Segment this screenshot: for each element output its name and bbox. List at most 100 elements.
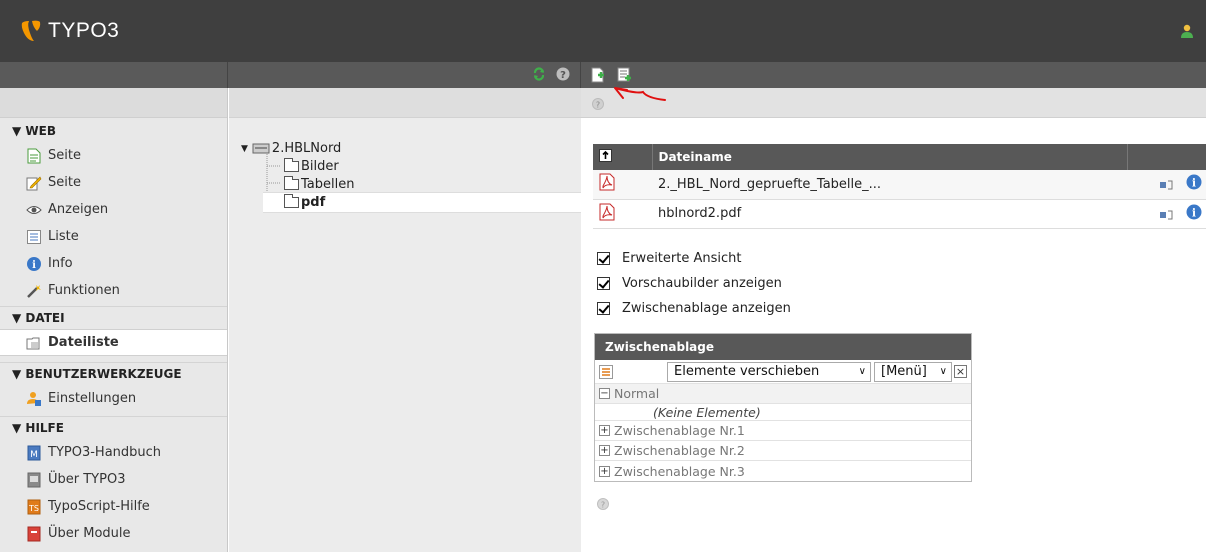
group-help-title[interactable]: ▼ HILFE [0,417,227,439]
group-usertools-title[interactable]: ▼ BENUTZERWERKZEUGE [0,363,227,385]
expand-icon[interactable]: + [599,445,610,456]
tree-node-bilder[interactable]: Bilder [284,158,339,175]
user-icon[interactable] [1180,24,1194,38]
close-icon[interactable]: × [954,365,967,378]
module-web-page[interactable]: Seite [0,142,227,169]
module-web-functions[interactable]: Funktionen [0,277,227,304]
module-label: TYPO3-Handbuch [48,445,162,460]
expand-icon[interactable]: + [599,425,610,436]
pad-label: Normal [614,386,660,401]
typo3-logo-icon [21,20,41,41]
group-file-title[interactable]: ▼ DATEI [0,307,227,329]
collapse-arrow-icon[interactable]: ▼ [241,144,248,154]
clipboard-select-icon[interactable] [1159,180,1174,190]
tree-node-root[interactable]: ▼ 2.HBLNord [241,140,341,157]
module-label: TypoScript-Hilfe [48,499,150,514]
svg-text:?: ? [601,501,605,510]
filelist-icon [26,337,40,349]
module-web-page-edit[interactable]: Seite [0,169,227,196]
thumbnails-checkbox[interactable] [597,276,610,290]
info-icon[interactable]: i [1186,204,1202,220]
module-menu-spacer [0,88,227,118]
clipboard-title: Zwischenablage [595,334,971,360]
module-help-typoscript[interactable]: TS TypoScript-Hilfe [0,493,227,520]
option-extended-view[interactable]: Erweiterte Ansicht [597,248,741,268]
option-clipboard[interactable]: Zwischenablage anzeigen [597,298,791,318]
module-user-settings[interactable]: Einstellungen [0,385,227,412]
collapse-icon[interactable]: − [599,388,610,399]
clipboard-pad-3[interactable]: + Zwischenablage Nr.3 [595,461,971,481]
clipboard-pad-1[interactable]: + Zwischenablage Nr.1 [595,421,971,441]
module-menu-header [0,62,228,88]
docheader-bar: ? [0,62,1206,88]
chevron-down-icon: ∨ [858,366,866,377]
expand-icon[interactable]: + [599,465,610,477]
svg-text:TS: TS [28,504,39,513]
group-web-title[interactable]: ▼ WEB [0,120,227,142]
table-row[interactable]: 2._HBL_Nord_gepruefte_Tabelle_... i [593,170,1206,200]
logo-text: TYPO3 [48,19,120,42]
page-icon [27,148,41,163]
refresh-icon[interactable] [532,67,546,81]
edit-page-icon [26,175,42,190]
level-up-icon[interactable] [599,149,612,162]
module-web-info[interactable]: i Info [0,250,227,277]
module-label: Über Module [48,526,131,541]
file-name[interactable]: hblnord2.pdf [652,199,1127,229]
svg-text:?: ? [560,70,566,81]
file-table: Dateiname 2._HBL_Nord_gepruefte_Tabelle_… [593,144,1206,229]
folder-icon [284,194,299,208]
option-thumbnails[interactable]: Vorschaubilder anzeigen [597,273,782,293]
clipboard-pad-2[interactable]: + Zwischenablage Nr.2 [595,441,971,461]
tree-node-label: Tabellen [301,177,355,192]
content-header-strip: ? [581,87,1206,118]
about-modules-icon [27,526,41,541]
module-web-view[interactable]: Anzeigen [0,196,227,223]
module-label: Liste [48,229,79,244]
option-label: Erweiterte Ansicht [622,250,742,266]
tree-node-tabellen[interactable]: Tabellen [284,176,354,193]
upload-files-icon[interactable] [617,67,632,83]
actions-header [1127,144,1206,170]
clipboard-checkbox[interactable] [597,301,610,315]
tree-node-label: Bilder [301,159,339,174]
module-label: Seite [48,148,81,163]
svg-text:M: M [30,450,38,460]
user-settings-icon [27,391,41,406]
red-annotation-arrow [614,87,666,101]
svg-text:i: i [1192,177,1196,190]
tree-node-label: 2.HBLNord [271,141,342,156]
module-file-filelist[interactable]: Dateiliste [0,329,227,356]
typo3-logo[interactable]: TYPO3 [20,18,119,44]
clipboard-menu-select[interactable]: [Menü] ∨ [874,361,952,382]
extended-view-checkbox[interactable] [597,251,610,265]
module-help-about[interactable]: Über TYPO3 [0,466,227,493]
svg-text:i: i [32,260,36,271]
clipboard-pad-normal[interactable]: − Normal [595,384,971,404]
module-web-list[interactable]: Liste [0,223,227,250]
clipboard-empty-note: (Keine Elemente) [595,404,971,421]
folder-tree: ▼ 2.HBLNord Bilder Tabellen pdf [229,88,581,552]
chevron-down-icon: ∨ [939,366,947,377]
table-row[interactable]: hblnord2.pdf i [593,199,1206,229]
module-label: Dateiliste [48,335,119,350]
info-icon[interactable]: i [1186,174,1202,190]
module-label: Einstellungen [48,391,137,406]
tree-node-pdf[interactable]: pdf [284,194,325,211]
help-icon[interactable]: ? [592,98,604,110]
help-icon[interactable]: ? [597,498,609,510]
module-help-about-modules[interactable]: Über Module [0,520,227,547]
tree-node-label: pdf [301,195,326,210]
folder-icon [284,176,299,190]
module-label: Anzeigen [48,202,109,217]
clipboard-mode-select[interactable]: Elemente verschieben ∨ [667,361,871,382]
filename-header[interactable]: Dateiname [652,144,1128,170]
select-value: [Menü] [881,364,927,379]
new-file-icon[interactable] [591,67,606,83]
module-help-manual[interactable]: M TYPO3-Handbuch [0,439,227,466]
clipboard-list-icon[interactable] [599,364,613,379]
file-name[interactable]: 2._HBL_Nord_gepruefte_Tabelle_... [652,170,1127,200]
sort-up-column[interactable] [593,144,653,170]
help-icon[interactable]: ? [556,67,570,81]
clipboard-select-icon[interactable] [1159,210,1174,220]
